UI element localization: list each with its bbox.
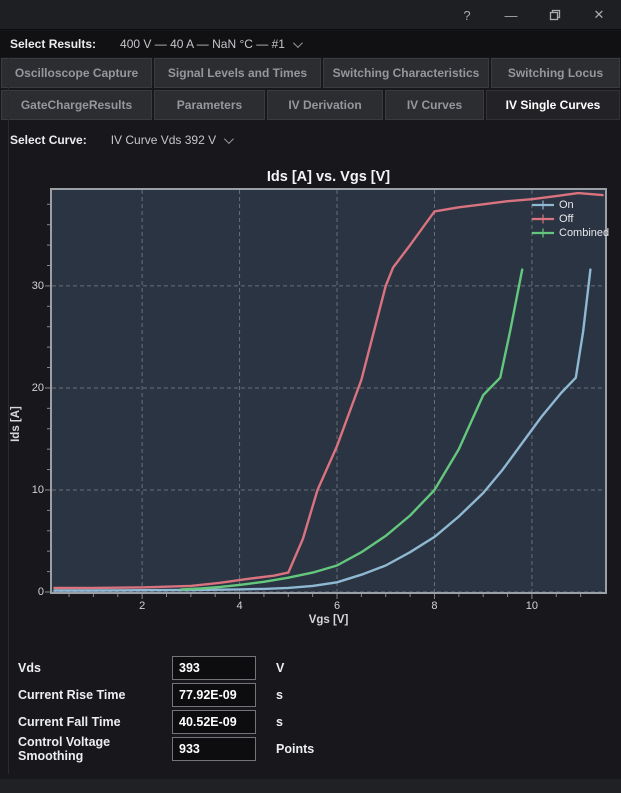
legend-item-combined: Combined xyxy=(531,227,609,239)
legend-line-icon xyxy=(532,214,554,224)
control-voltage-smoothing-unit: Points xyxy=(276,742,315,756)
minimize-icon: — xyxy=(504,7,518,23)
tab-iv-single-curves[interactable]: IV Single Curves xyxy=(486,90,620,120)
form-row-current-rise-time: Current Rise Time s xyxy=(18,681,598,708)
tab-label: Switching Locus xyxy=(507,66,604,80)
tab-label: IV Single Curves xyxy=(505,98,601,112)
tab-oscilloscope-capture[interactable]: Oscilloscope Capture xyxy=(1,58,152,88)
tab-row-2: GateChargeResults Parameters IV Derivati… xyxy=(1,90,620,120)
plot-area xyxy=(45,188,607,599)
help-icon: ? xyxy=(463,7,471,23)
x-tick-label: 8 xyxy=(431,600,438,612)
app-window: ? — ✕ Select Results: 400 V — 40 A — NaN… xyxy=(0,0,621,793)
form-row-current-fall-time: Current Fall Time s xyxy=(18,708,598,735)
x-tick-label: 4 xyxy=(236,600,243,612)
chevron-down-icon xyxy=(292,37,303,48)
legend-item-off: Off xyxy=(531,213,609,225)
form-row-control-voltage-smoothing: Control Voltage Smoothing Points xyxy=(18,735,598,763)
series-line-off xyxy=(53,191,604,590)
tab-label: Parameters xyxy=(176,98,243,112)
legend-line-icon xyxy=(532,200,554,210)
tab-signal-levels-and-times[interactable]: Signal Levels and Times xyxy=(154,58,321,88)
tab-iv-derivation[interactable]: IV Derivation xyxy=(267,90,383,120)
tab-label: IV Curves xyxy=(406,98,463,112)
footer-strip xyxy=(0,779,621,793)
curve-bar: Select Curve: IV Curve Vds 392 V xyxy=(0,126,621,154)
x-axis-label: Vgs [V] xyxy=(308,614,349,626)
tab-switching-locus[interactable]: Switching Locus xyxy=(491,58,620,88)
results-bar: Select Results: 400 V — 40 A — NaN °C — … xyxy=(0,31,621,57)
current-fall-time-unit: s xyxy=(276,714,283,729)
restore-icon xyxy=(549,9,561,21)
results-dropdown[interactable]: 400 V — 40 A — NaN °C — #1 xyxy=(120,37,303,51)
parameters-form: Vds V Current Rise Time s Current Fall T… xyxy=(18,654,598,763)
form-row-vds: Vds V xyxy=(18,654,598,681)
legend-label: On xyxy=(559,199,574,211)
help-button[interactable]: ? xyxy=(445,0,489,30)
chart-region: Ids [A] vs. Vgs [V] Vgs [V] Ids [A] On O… xyxy=(0,163,621,647)
chart-title: Ids [A] vs. Vgs [V] xyxy=(266,169,391,185)
y-axis-label: Ids [A] xyxy=(10,406,22,442)
titlebar: ? — ✕ xyxy=(0,0,621,30)
x-tick-label: 2 xyxy=(139,600,146,612)
curve-dropdown[interactable]: IV Curve Vds 392 V xyxy=(110,133,234,147)
x-tick-label: 10 xyxy=(525,600,539,612)
control-voltage-smoothing-input[interactable] xyxy=(172,737,256,761)
legend-label: Combined xyxy=(559,227,610,239)
tab-label: IV Derivation xyxy=(288,98,362,112)
tab-label: Signal Levels and Times xyxy=(167,66,308,80)
curve-dropdown-value: IV Curve Vds 392 V xyxy=(110,133,217,147)
series-line-combined xyxy=(179,268,524,591)
chevron-down-icon xyxy=(224,133,234,144)
y-tick-label: 0 xyxy=(37,586,44,598)
tab-iv-curves[interactable]: IV Curves xyxy=(385,90,484,120)
restore-button[interactable] xyxy=(533,0,577,30)
tab-label: Oscilloscope Capture xyxy=(14,66,139,80)
tab-parameters[interactable]: Parameters xyxy=(154,90,265,120)
control-voltage-smoothing-label: Control Voltage Smoothing xyxy=(18,735,111,763)
plot-canvas xyxy=(45,190,605,599)
vds-unit: V xyxy=(276,660,285,675)
vds-input[interactable] xyxy=(172,655,256,680)
select-curve-label: Select Curve: xyxy=(10,133,87,147)
tab-gatechargeresults[interactable]: GateChargeResults xyxy=(1,90,152,120)
tab-row-1: Oscilloscope Capture Signal Levels and T… xyxy=(1,58,620,88)
current-fall-time-label: Current Fall Time xyxy=(18,714,121,729)
legend-label: Off xyxy=(559,213,574,225)
tab-label: Switching Characteristics xyxy=(332,66,480,80)
close-icon: ✕ xyxy=(593,7,605,22)
y-tick-label: 20 xyxy=(31,381,44,394)
tab-label: GateChargeResults xyxy=(20,98,133,112)
series-line-on xyxy=(53,268,592,592)
tab-switching-characteristics[interactable]: Switching Characteristics xyxy=(323,58,489,88)
legend-line-icon xyxy=(532,228,554,238)
vds-label: Vds xyxy=(18,660,41,675)
current-fall-time-input[interactable] xyxy=(172,709,256,734)
results-dropdown-value: 400 V — 40 A — NaN °C — #1 xyxy=(120,37,285,51)
y-tick-label: 30 xyxy=(31,279,44,292)
select-results-label: Select Results: xyxy=(10,37,97,51)
current-rise-time-label: Current Rise Time xyxy=(18,687,126,702)
chart-legend: On Off Combined xyxy=(531,199,609,239)
legend-item-on: On xyxy=(531,199,609,211)
y-tick-label: 10 xyxy=(31,483,44,496)
current-rise-time-input[interactable] xyxy=(172,682,256,707)
close-button[interactable]: ✕ xyxy=(577,0,621,30)
minimize-button[interactable]: — xyxy=(489,0,533,30)
current-rise-time-unit: s xyxy=(276,687,283,702)
x-tick-label: 6 xyxy=(333,600,341,612)
